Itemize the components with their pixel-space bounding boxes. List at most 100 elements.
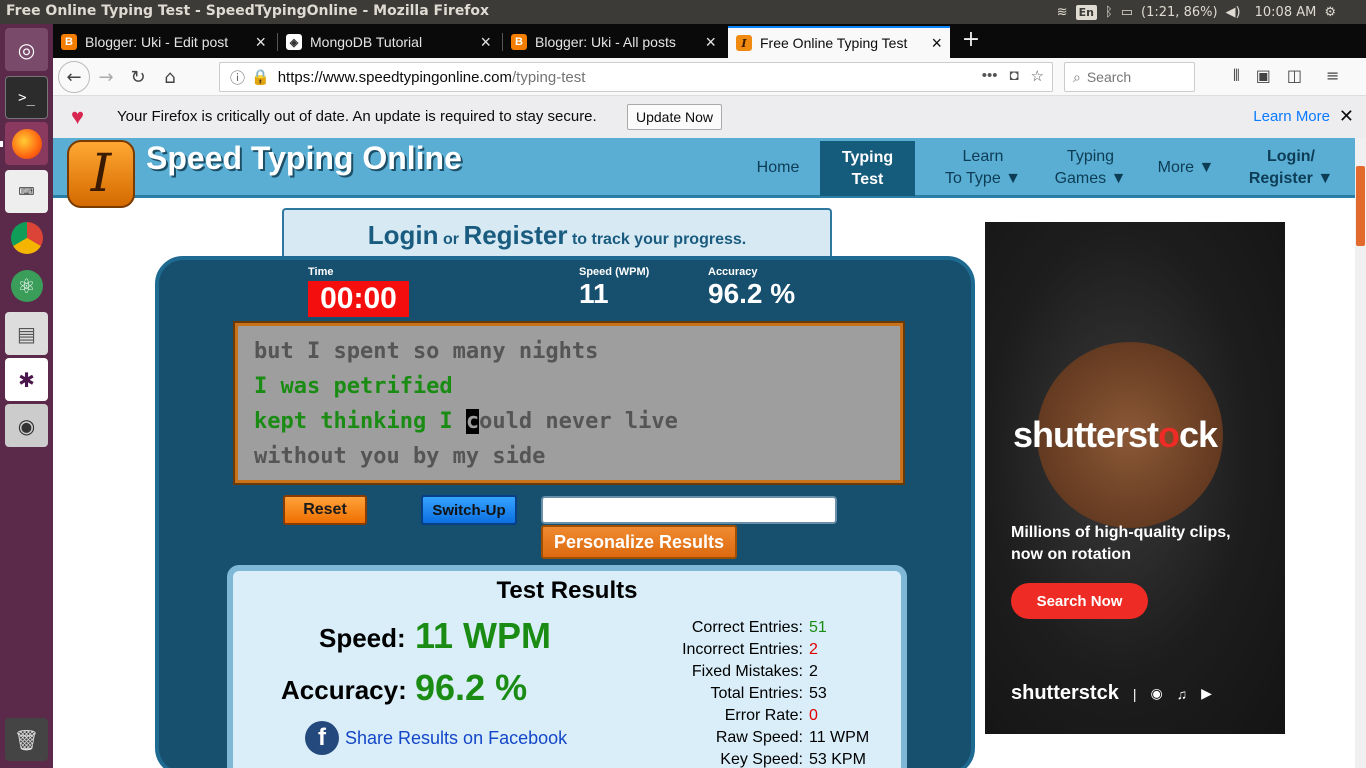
firefox-icon[interactable]	[5, 122, 48, 165]
detail-value: 0	[809, 707, 818, 724]
ubuntu-dash-icon[interactable]: ◎	[5, 28, 48, 71]
text-line: without you by my side	[254, 444, 546, 469]
detail-label: Key Speed:	[720, 751, 803, 768]
ad-brand-o-icon: o	[1158, 414, 1180, 455]
site-name[interactable]: Speed Typing Online	[146, 140, 462, 177]
trash-icon[interactable]: 🗑	[5, 718, 48, 761]
scrollbar-thumb[interactable]	[1356, 166, 1365, 246]
screenshot-icon[interactable]: ◉	[5, 404, 48, 447]
detail-label: Raw Speed:	[715, 729, 803, 746]
atom-icon[interactable]: ⚛	[5, 264, 48, 307]
tab-label: Free Online Typing Test	[760, 35, 908, 51]
nav-typing-games[interactable]: Typing Games ▼	[1048, 138, 1133, 198]
close-icon[interactable]: ×	[931, 33, 942, 54]
register-link[interactable]: Register	[463, 220, 567, 250]
video-icon: ▶	[1201, 685, 1212, 701]
accuracy-value: 96.2 %	[708, 278, 796, 309]
or-text: or	[442, 231, 459, 248]
pocket-icon[interactable]: ◘	[1009, 67, 1018, 85]
dropdown-arrow-icon: ▼	[1110, 170, 1127, 187]
mongodb-icon: ◈	[286, 34, 302, 50]
share-facebook-link[interactable]: f Share Results on Facebook	[305, 721, 567, 755]
nav-more[interactable]: More ▼	[1151, 138, 1221, 198]
nav-label: To Type	[944, 170, 1001, 187]
close-icon[interactable]: ✕	[1339, 106, 1354, 127]
sidebar-icon[interactable]: ◫	[1287, 66, 1302, 86]
text-line: but I spent so many nights	[254, 339, 599, 364]
shutterstock-ad[interactable]: shutterstock Millions of high-quality cl…	[985, 222, 1285, 734]
url-bar[interactable]: ⓘ 🔒 https://www.speedtypingonline.com/ty…	[219, 62, 1053, 92]
detail-label: Incorrect Entries:	[682, 641, 803, 658]
ad-brand-part: shutterst	[1013, 414, 1159, 455]
accuracy-result-label: Accuracy:	[281, 675, 407, 705]
accuracy-label: Accuracy	[708, 266, 758, 278]
lock-icon[interactable]: 🔒	[251, 68, 270, 86]
power-icon[interactable]: ⚙	[1324, 5, 1336, 20]
files-icon[interactable]: ▤	[5, 312, 48, 355]
detail-value: 2	[809, 641, 818, 658]
ad-brand-logo: shutterstock	[1013, 414, 1218, 456]
battery-icon[interactable]: ▭	[1121, 5, 1133, 20]
tab-bar: B Blogger: Uki - Edit post × ◈ MongoDB T…	[53, 24, 1366, 58]
switch-up-button[interactable]: Switch-Up	[421, 495, 517, 525]
library-icon[interactable]: ⫴	[1233, 66, 1240, 86]
forward-button[interactable]: →	[91, 62, 121, 92]
navigation-toolbar: ← → ↻ ⌂ ⓘ 🔒 https://www.speedtypingonlin…	[53, 58, 1366, 96]
site-logo[interactable]: I	[67, 140, 135, 208]
timer-display: 00:00	[308, 281, 409, 317]
nav-label: Home	[756, 159, 800, 176]
login-link[interactable]: Login	[368, 220, 439, 250]
terminal-icon[interactable]: >_	[5, 76, 48, 119]
close-icon[interactable]: ×	[255, 32, 266, 53]
typed-text: kept thinking I	[254, 409, 466, 434]
url-path: /typing-test	[512, 68, 586, 86]
speedtyping-favicon: I	[736, 35, 752, 51]
nav-typing-test[interactable]: Typing Test	[820, 141, 915, 196]
keyboard-app-icon[interactable]: ⌨	[5, 170, 48, 213]
ad-search-now-button[interactable]: Search Now	[1011, 583, 1148, 619]
chrome-icon[interactable]	[5, 216, 48, 259]
new-tab-button[interactable]: +	[958, 27, 984, 52]
nav-learn-to-type[interactable]: Learn To Type ▼	[933, 138, 1033, 198]
system-tray: ≋ En ᛒ ▭ (1:21, 86%) ◀) 10:08 AM ⚙	[1057, 0, 1366, 24]
personalize-results-button[interactable]: Personalize Results	[541, 525, 737, 559]
share-facebook-label: Share Results on Facebook	[345, 727, 568, 748]
slack-icon[interactable]: ✱	[5, 358, 48, 401]
menu-icon[interactable]: ≡	[1326, 66, 1339, 86]
battery-status[interactable]: (1:21, 86%)	[1141, 5, 1218, 20]
nav-home[interactable]: Home	[743, 138, 813, 198]
speed-result-value: 11 WPM	[415, 615, 552, 656]
page-actions-icon[interactable]: •••	[982, 67, 998, 85]
learn-more-link[interactable]: Learn More	[1253, 108, 1330, 125]
detail-label: Error Rate:	[724, 707, 803, 724]
volume-icon[interactable]: ◀)	[1226, 5, 1241, 20]
detail-label: Correct Entries:	[691, 619, 803, 636]
reset-button[interactable]: Reset	[283, 495, 367, 525]
clock[interactable]: 10:08 AM	[1255, 5, 1317, 20]
update-now-button[interactable]: Update Now	[627, 104, 723, 130]
keyboard-layout-indicator[interactable]: En	[1075, 4, 1097, 20]
downloads-icon[interactable]: ▣	[1256, 66, 1271, 86]
bookmark-star-icon[interactable]: ☆	[1031, 67, 1044, 85]
name-input[interactable]	[541, 496, 837, 524]
back-button[interactable]: ←	[58, 61, 90, 93]
bluetooth-icon[interactable]: ᛒ	[1105, 5, 1113, 20]
blogger-icon: B	[61, 34, 77, 50]
url-actions: ••• ◘ ☆	[982, 67, 1044, 85]
page-scrollbar[interactable]	[1355, 138, 1366, 768]
info-icon[interactable]: ⓘ	[230, 67, 245, 88]
site-header: Speed Typing Online Home Typing Test Lear…	[53, 138, 1355, 198]
typing-text-area[interactable]: but I spent so many nights I was petrifi…	[233, 321, 905, 485]
nav-login-register[interactable]: Login/Register ▼	[1241, 138, 1341, 198]
reload-button[interactable]: ↻	[123, 62, 153, 92]
close-icon[interactable]: ×	[480, 32, 491, 53]
tab-typing-test[interactable]: I Free Online Typing Test ×	[728, 26, 950, 58]
search-input[interactable]: ⌕ Search	[1064, 62, 1195, 92]
tab-label: Blogger: Uki - Edit post	[85, 34, 229, 50]
close-icon[interactable]: ×	[705, 32, 716, 53]
tab-blogger-posts[interactable]: B Blogger: Uki - All posts ×	[503, 26, 724, 58]
home-button[interactable]: ⌂	[155, 62, 185, 92]
tab-blogger-edit[interactable]: B Blogger: Uki - Edit post ×	[53, 26, 274, 58]
tab-mongodb[interactable]: ◈ MongoDB Tutorial ×	[278, 26, 499, 58]
wifi-icon[interactable]: ≋	[1057, 5, 1068, 20]
